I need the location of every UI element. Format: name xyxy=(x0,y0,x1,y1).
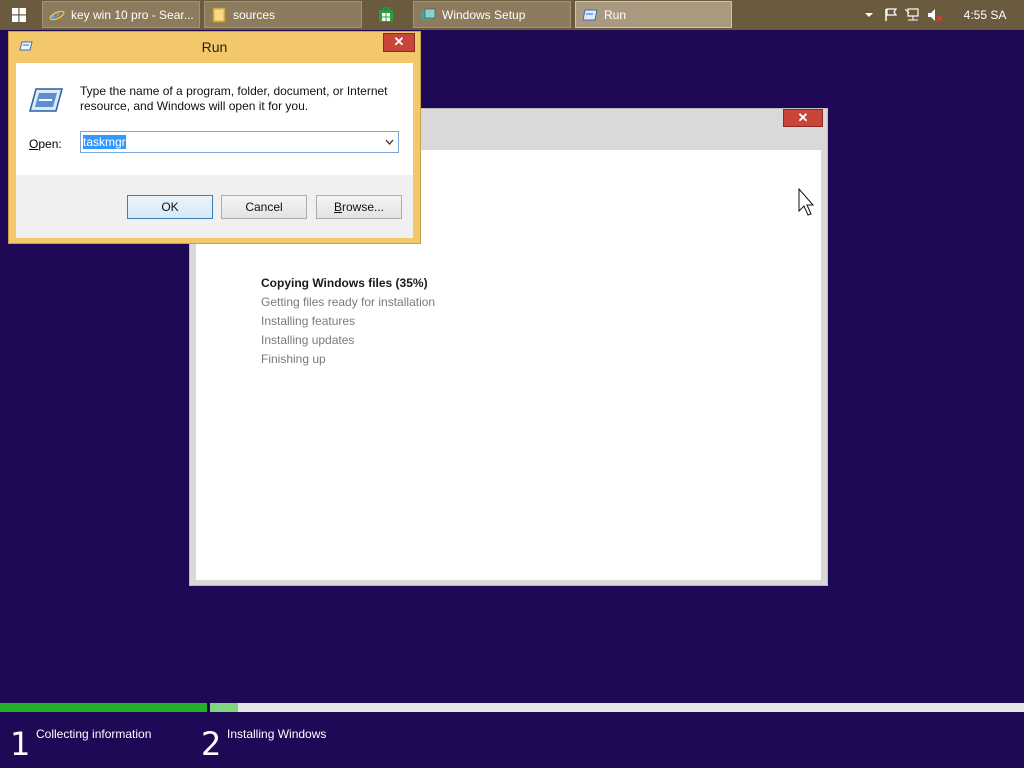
setup-steps-list: Copying Windows files (35%) Getting file… xyxy=(261,274,435,369)
setup-step-current: Copying Windows files (35%) xyxy=(261,276,428,290)
network-icon xyxy=(905,8,919,21)
speaker-muted-icon xyxy=(928,9,943,22)
progress-installing-fill xyxy=(210,703,239,712)
folder-icon xyxy=(211,7,227,23)
open-combobox[interactable] xyxy=(80,131,399,153)
open-label-text: pen: xyxy=(38,137,62,151)
taskbar-pinned-store[interactable] xyxy=(370,1,402,28)
system-tray: 4:55 SA xyxy=(858,0,1024,30)
open-label-access-key: O xyxy=(29,137,39,151)
run-dialog: Run ✕ Type the name of a program, folder… xyxy=(8,31,421,244)
setup-step: Finishing up xyxy=(261,352,326,366)
stage-number: 2 xyxy=(201,725,222,763)
progress-collecting-information xyxy=(0,703,207,712)
chevron-up-icon xyxy=(865,13,873,17)
browse-button[interactable]: Browse... xyxy=(316,195,402,219)
browse-label: rowse... xyxy=(342,200,385,214)
ok-button[interactable]: OK xyxy=(127,195,213,219)
close-icon: ✕ xyxy=(797,110,809,125)
run-title-bar[interactable]: Run xyxy=(9,32,420,60)
progress-installing-windows xyxy=(210,703,1024,712)
run-icon xyxy=(582,7,598,23)
mouse-cursor-icon xyxy=(798,188,814,216)
start-button[interactable] xyxy=(6,5,32,25)
setup-step: Installing features xyxy=(261,314,356,328)
taskbar-item-label: Windows Setup xyxy=(442,7,526,22)
close-icon: ✕ xyxy=(393,34,405,49)
network-button[interactable] xyxy=(902,0,924,30)
stage-label: Collecting information xyxy=(36,727,152,741)
taskbar-item-sources[interactable]: sources xyxy=(204,1,362,28)
setup-icon xyxy=(420,7,436,23)
taskbar-item-ie[interactable]: e key win 10 pro - Sear... xyxy=(42,1,200,28)
cancel-button[interactable]: Cancel xyxy=(221,195,307,219)
open-input[interactable] xyxy=(83,134,373,150)
setup-step: Getting files ready for installation xyxy=(261,295,436,309)
flag-icon xyxy=(885,8,898,21)
clock[interactable]: 4:55 SA xyxy=(946,8,1024,22)
setup-progress-bar xyxy=(0,703,1024,712)
run-description: Type the name of a program, folder, docu… xyxy=(80,84,388,113)
run-close-button[interactable]: ✕ xyxy=(383,33,415,52)
stage-number: 1 xyxy=(10,725,31,763)
windows-logo-icon xyxy=(12,8,26,22)
setup-step: Installing updates xyxy=(261,333,355,347)
run-body: Type the name of a program, folder, docu… xyxy=(16,63,413,238)
volume-button[interactable] xyxy=(924,0,946,30)
taskbar-item-label: Run xyxy=(604,7,627,22)
action-center-button[interactable] xyxy=(880,0,902,30)
ie-icon: e xyxy=(49,7,65,23)
stage-label: Installing Windows xyxy=(227,727,327,741)
taskbar-item-label: sources xyxy=(233,7,276,22)
run-input-area: Type the name of a program, folder, docu… xyxy=(16,63,413,175)
open-label: Open: xyxy=(29,137,62,151)
taskbar-item-run[interactable]: Run xyxy=(575,1,732,28)
show-hidden-icons-button[interactable] xyxy=(858,0,880,30)
taskbar-item-windows-setup[interactable]: Windows Setup xyxy=(413,1,571,28)
store-icon xyxy=(379,6,393,22)
dropdown-button[interactable] xyxy=(382,135,396,149)
chevron-down-icon xyxy=(385,139,393,145)
run-title: Run xyxy=(201,39,228,55)
browse-access-key: B xyxy=(333,200,342,214)
taskbar-item-label: key win 10 pro - Sear... xyxy=(71,7,194,22)
taskbar: e key win 10 pro - Sear... sources Windo… xyxy=(0,0,1024,30)
run-program-icon xyxy=(29,87,63,116)
setup-close-button[interactable]: ✕ xyxy=(783,109,823,127)
